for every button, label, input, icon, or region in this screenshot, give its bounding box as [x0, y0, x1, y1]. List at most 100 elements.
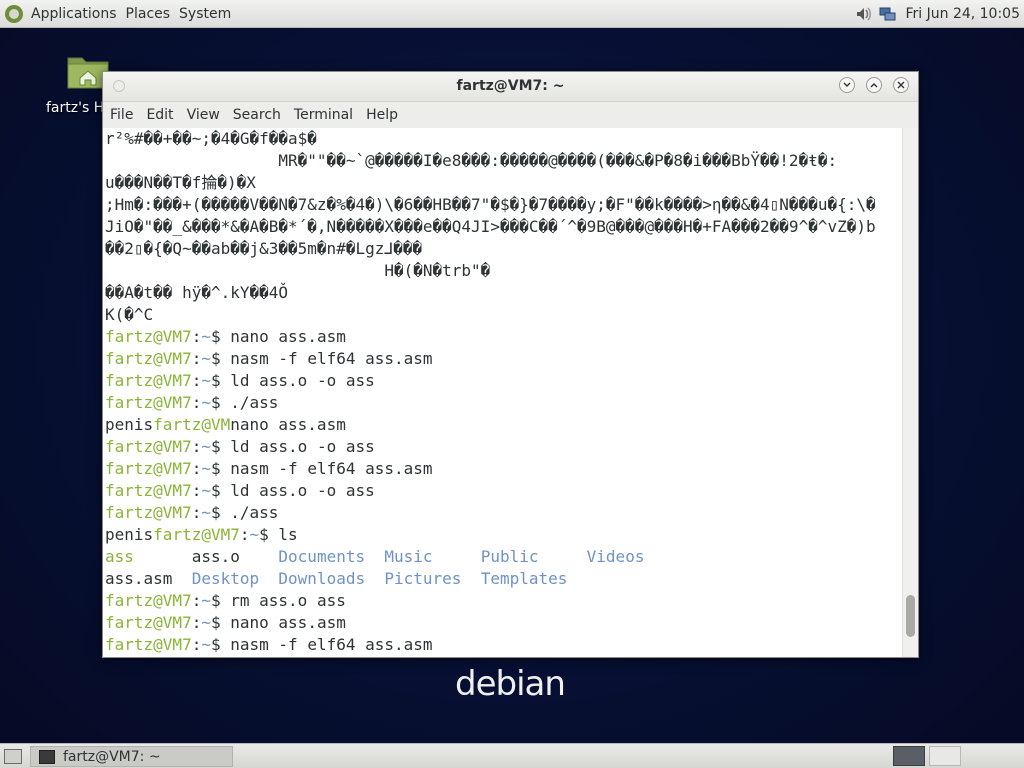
terminal-line: fartz@VM7:~$ nano ass.asm [103, 612, 903, 634]
menu-help[interactable]: Help [366, 107, 398, 123]
terminal-line: u���N��T�f掄�)�X [103, 172, 903, 194]
close-icon [897, 81, 905, 89]
terminal-text: : [191, 591, 202, 610]
terminal-line: r²%#��+��~;�4�G�f��a$� [103, 128, 903, 150]
terminal-text: : [191, 371, 202, 390]
top-panel: Applications Places System Fri Jun 24, 1… [0, 0, 1024, 28]
terminal-line: penisfartz@VMnano ass.asm [103, 414, 903, 436]
terminal-text: : [191, 349, 202, 368]
workspace-2[interactable] [929, 746, 961, 766]
terminal-line: fartz@VM7:~$ rm ass.o ass [103, 590, 903, 612]
terminal-text: fartz@VM7 [105, 437, 192, 456]
terminal-text: $ nasm -f elf64 ass.asm [210, 459, 433, 478]
menu-search[interactable]: Search [233, 107, 281, 123]
window-title: fartz@VM7: ~ [456, 78, 565, 94]
terminal-text: K(�^C [105, 305, 154, 324]
terminal-text: : [191, 481, 202, 500]
terminal-text: ~ [201, 371, 211, 390]
terminal-text: $ nasm -f elf64 ass.asm [210, 635, 433, 654]
close-button[interactable] [893, 77, 909, 93]
volume-icon[interactable] [855, 5, 873, 23]
bottom-panel: fartz@VM7: ~ [0, 743, 1024, 768]
menu-file[interactable]: File [110, 107, 133, 123]
terminal-text: ��2▯�{�Q~��ab��j&3��5m�n#�Lgz⅃��� [105, 239, 423, 258]
terminal-line: fartz@VM7:~$ ld ass.o -o ass [103, 370, 903, 392]
terminal-text: ass [105, 547, 134, 566]
terminal-text: ~ [201, 349, 211, 368]
terminal-text: fartz@VM7 [105, 459, 192, 478]
chevron-up-icon [870, 83, 878, 88]
menu-applications[interactable]: Applications [31, 4, 117, 24]
taskbar-terminal-item[interactable]: fartz@VM7: ~ [30, 746, 233, 767]
terminal-text: fartz@VM7 [105, 613, 192, 632]
terminal-line: fartz@VM7:~$ ./ass [103, 502, 903, 524]
terminal-text: u���N��T�f掄�)�X [105, 173, 256, 192]
terminal-text: $ ld ass.o -o ass [210, 437, 375, 456]
terminal-text: fartz@VM7 [105, 635, 192, 654]
window-titlebar[interactable]: fartz@VM7: ~ [103, 72, 918, 102]
terminal-line: ass ass.o Documents Music Public Videos [103, 546, 903, 568]
terminal-text: ~ [201, 503, 211, 522]
terminal-text: penis [105, 415, 154, 434]
terminal-text: $ ld ass.o -o ass [210, 481, 375, 500]
terminal-text: $ nasm -f elf64 ass.asm [210, 349, 433, 368]
terminal-output[interactable]: r²%#��+��~;�4�G�f��a$� MR�""��~`@�����I�… [103, 128, 903, 657]
terminal-text: fartz@VM7 [105, 481, 192, 500]
terminal-icon [39, 749, 55, 764]
terminal-text: MR�""��~`@�����I�e8���:�����@����(���&�P… [105, 151, 838, 170]
terminal-line: fartz@VM7:~$ ld ass.o -o ass [103, 436, 903, 458]
terminal-text: ~ [201, 459, 211, 478]
terminal-text: $ rm ass.o ass [210, 591, 346, 610]
network-icon[interactable] [879, 5, 897, 23]
terminal-line: MR�""��~`@�����I�e8���:�����@����(���&�P… [103, 150, 903, 172]
menu-terminal[interactable]: Terminal [294, 107, 353, 123]
terminal-scrollbar[interactable] [902, 128, 918, 657]
menu-places[interactable]: Places [126, 4, 171, 24]
terminal-line: fartz@VM7:~$ nasm -f elf64 ass.asm [103, 348, 903, 370]
terminal-text: ~ [201, 613, 211, 632]
terminal-line: fartz@VM7:~$ nasm -f elf64 ass.asm [103, 634, 903, 656]
terminal-line: fartz@VM7:~$ nano ass.asm [103, 326, 903, 348]
taskbar-label: fartz@VM7: ~ [63, 748, 161, 765]
terminal-text: ~ [249, 525, 260, 544]
terminal-line: penisfartz@VM7:~$ ls [103, 524, 903, 546]
terminal-text: ~ [201, 591, 211, 610]
show-desktop-icon[interactable] [4, 749, 22, 764]
menu-system[interactable]: System [179, 4, 231, 24]
terminal-text: ass.o [133, 547, 279, 566]
terminal-text: penis [105, 525, 154, 544]
terminal-text: JiO�"��_&���*&�A�B�*´�,N�����X���e��Q4JI… [105, 217, 876, 236]
terminal-line: fartz@VM7:~$ ld ass.o -o ass [103, 480, 903, 502]
terminal-text: ;Hm�:���+(�����V��N�7&z�%�4�)\�6��HB��7"… [105, 195, 876, 214]
terminal-text: : [191, 635, 202, 654]
terminal-text: fartz@VM7 [105, 393, 192, 412]
terminal-text: fartz@VM [153, 415, 231, 434]
terminal-menubar: File Edit View Search Terminal Help [103, 102, 918, 128]
menu-edit[interactable]: Edit [146, 107, 173, 123]
terminal-line: ;Hm�:���+(�����V��N�7&z�%�4�)\�6��HB��7"… [103, 194, 903, 216]
debian-logo: debian [455, 664, 566, 704]
terminal-text: fartz@VM7 [105, 327, 192, 346]
terminal-text: : [239, 525, 250, 544]
terminal-window[interactable]: fartz@VM7: ~ File Edit View Search Termi… [102, 71, 919, 658]
terminal-text: H�(�N�trb"� [105, 261, 491, 280]
clock[interactable]: Fri Jun 24, 10:05 [905, 6, 1020, 22]
terminal-line: fartz@VM7:~$ nasm -f elf64 ass.asm [103, 458, 903, 480]
terminal-line: ��A�t�� hÿ�^.kY��4Ǒ [103, 282, 903, 304]
terminal-text: fartz@VM7 [153, 525, 240, 544]
maximize-button[interactable] [866, 77, 882, 93]
scrollbar-thumb[interactable] [906, 595, 915, 637]
terminal-line: fartz@VM7:~$ ./ass [103, 392, 903, 414]
debian-menu-icon[interactable] [5, 4, 23, 23]
terminal-text: : [191, 613, 202, 632]
panel-tray: Fri Jun 24, 10:05 [855, 0, 1020, 28]
workspace-1[interactable] [893, 746, 925, 766]
terminal-text: $ ./ass [210, 393, 279, 412]
terminal-text: $ ./ass [210, 503, 279, 522]
terminal-text: : [191, 459, 202, 478]
terminal-text: ~ [201, 437, 211, 456]
terminal-text: : [191, 393, 202, 412]
minimize-button[interactable] [839, 77, 855, 93]
terminal-text: fartz@VM7 [105, 503, 192, 522]
menu-view[interactable]: View [187, 107, 220, 123]
